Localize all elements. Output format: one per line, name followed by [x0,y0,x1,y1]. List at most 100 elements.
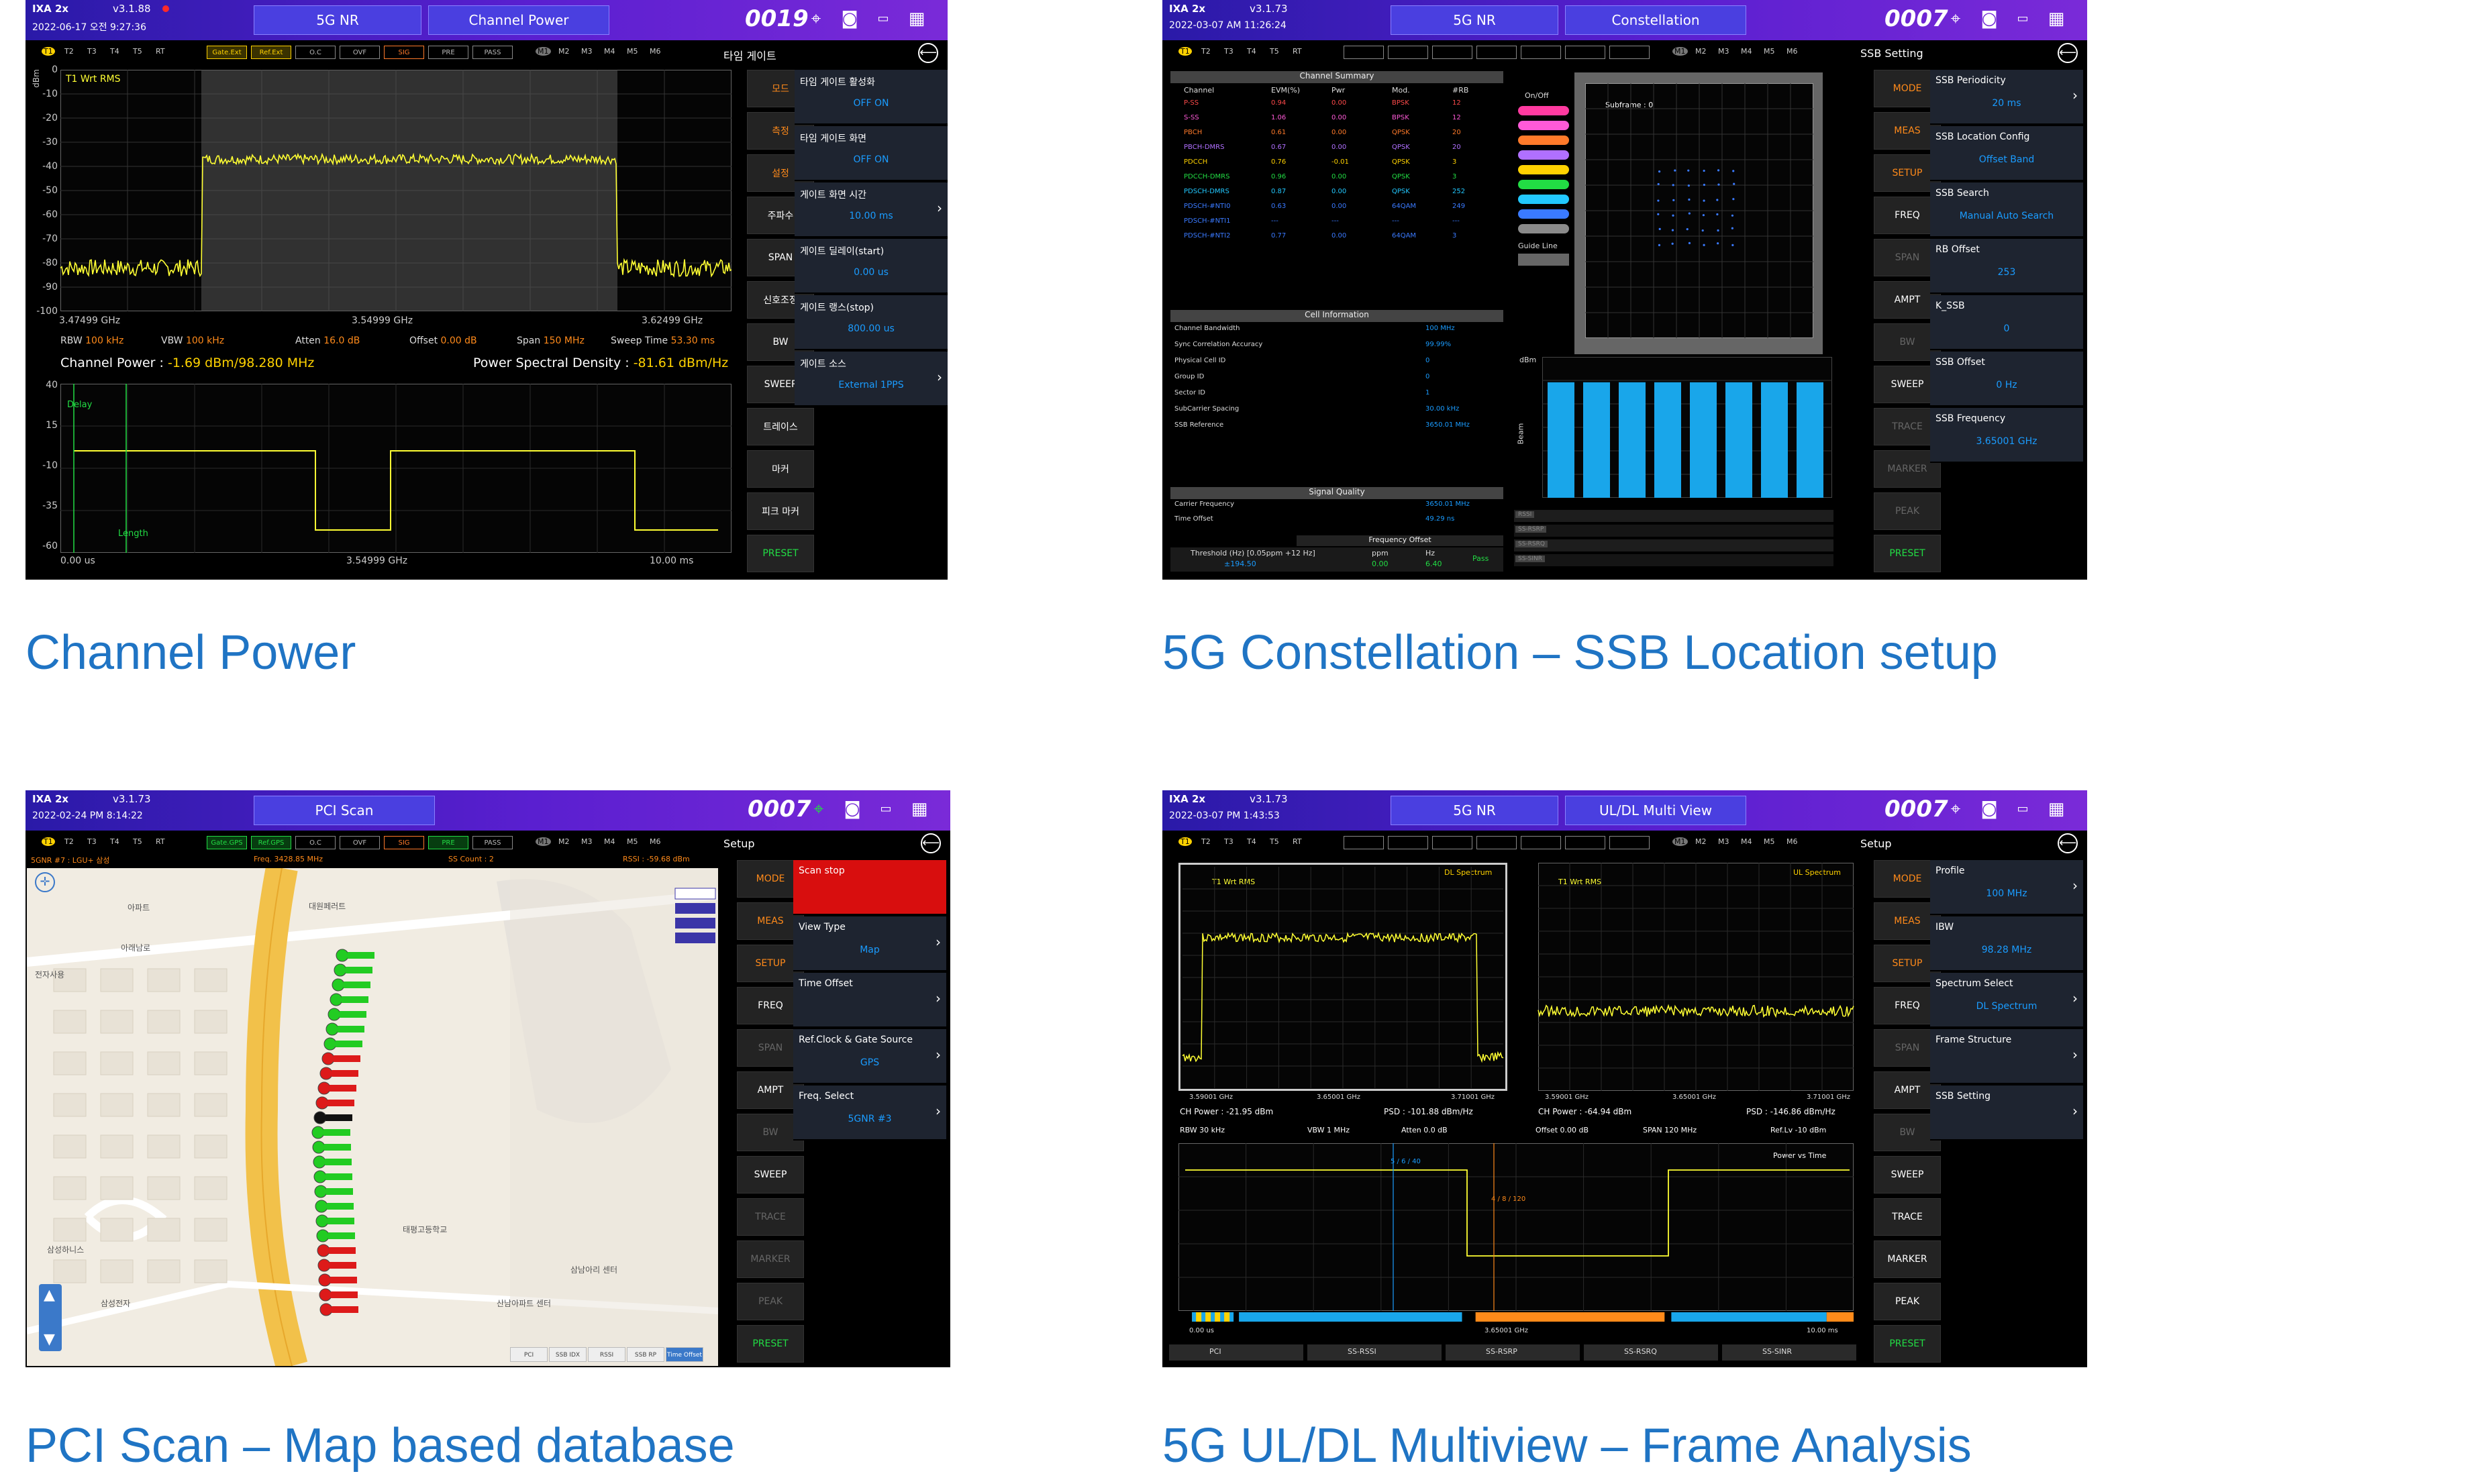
marker-m5[interactable]: M5 [627,837,638,846]
side-button-9[interactable]: MARKER [1874,1240,1941,1278]
marker-m2[interactable]: M2 [558,837,570,846]
setting-item-5[interactable]: 게이트 소스 External 1PPS › [795,352,948,407]
scan-point-marker[interactable] [330,993,343,1006]
side-button-10[interactable]: PEAK [1874,492,1941,530]
back-icon[interactable]: ⟵ [921,833,941,853]
scan-point-marker[interactable] [313,1155,326,1169]
side-button-10[interactable]: PEAK [1874,1283,1941,1320]
side-button-11[interactable]: PRESET [1874,1325,1941,1363]
setting-item-1[interactable]: View Type Map › [793,916,946,971]
scan-point-marker[interactable] [328,1008,341,1021]
trace-rt[interactable]: RT [156,837,165,846]
compass-icon[interactable]: ✛ [35,872,55,892]
setting-item-2[interactable]: Spectrum Select DL Spectrum › [1930,973,2083,1028]
scan-point-marker[interactable] [312,1141,325,1154]
pvt-x-start: 0.00 us [1189,1327,1214,1334]
setting-item-4[interactable]: SSB Setting › [1930,1085,2083,1141]
setting-item-0[interactable]: SSB Periodicity 20 ms › [1930,70,2083,125]
zoom-control[interactable]: ▲ ▼ [39,1284,62,1351]
side-button-10[interactable]: 피크 마커 [747,492,814,530]
scan-point-marker[interactable] [315,1200,328,1213]
tab-measurement[interactable]: PCI Scan [254,796,435,825]
scan-point-marker[interactable] [317,1259,331,1272]
setting-item-1[interactable]: IBW 98.28 MHz [1930,916,2083,971]
setting-label: Freq. Select [799,1091,854,1102]
screen-constellation: IXA 2x v3.1.73 2022-03-07 AM 11:26:24 5G… [1162,0,2087,580]
trace-t3[interactable]: T3 [87,837,97,846]
frame-slot-bar [1475,1312,1665,1322]
scan-point-marker[interactable] [317,1081,331,1095]
setting-item-2[interactable]: 게이트 화면 시간 10.00 ms › [795,182,948,237]
side-button-11[interactable]: PRESET [1874,535,1941,572]
side-button-8[interactable]: TRACE [737,1198,804,1236]
scan-point-marker[interactable] [332,978,345,992]
side-button-10[interactable]: PEAK [737,1283,804,1320]
scan-point-marker[interactable] [315,1096,329,1110]
setting-label: Spectrum Select [1935,978,2013,989]
map-tab[interactable]: SSB IDX [549,1347,587,1362]
trace-t4[interactable]: T4 [110,837,119,846]
setting-item-5[interactable]: SSB Offset 0 Hz [1930,352,2083,407]
setting-item-1[interactable]: SSB Location Config Offset Band [1930,126,2083,181]
map-view[interactable]: 아파트 대원페러트 아래남로 전자사용 태평고등학교 삼성전자 산남아파트 센터 삼성하니스 삼… [27,868,718,1366]
scan-point-marker[interactable] [319,1303,333,1316]
map-tab[interactable]: RSSI [588,1347,625,1362]
zoom-in-icon[interactable]: ▲ [44,1287,55,1304]
setting-item-3[interactable]: Frame Structure › [1930,1029,2083,1084]
map-tab[interactable]: SSB RP [627,1347,664,1362]
scan-point-marker[interactable] [323,1037,337,1051]
setting-item-3[interactable]: 게이트 딜레이(start) 0.00 us [795,239,948,294]
side-button-7[interactable]: SWEEP [737,1156,804,1194]
scan-point-marker[interactable] [319,1288,332,1302]
trace-t1[interactable]: T1 [42,837,55,846]
setting-item-0[interactable]: Scan stop [793,860,946,915]
marker-m1[interactable]: M1 [536,837,551,846]
setting-item-2[interactable]: Time Offset › [793,973,946,1028]
beam-bar [1690,382,1717,498]
scan-point-marker[interactable] [317,1244,330,1257]
map-label: 전자사용 [35,970,65,979]
side-button-9[interactable]: MARKER [737,1240,804,1278]
marker-m4[interactable]: M4 [604,837,615,846]
setting-item-0[interactable]: Profile 100 MHz › [1930,860,2083,915]
zoom-out-icon[interactable]: ▼ [44,1331,55,1348]
side-button-11[interactable]: PRESET [747,535,814,572]
scan-point-marker[interactable] [311,1126,325,1139]
map-tab[interactable]: PCI [510,1347,548,1362]
map-tab[interactable]: Time Offset [666,1347,703,1362]
version: v3.1.73 [113,793,151,805]
marker-m3[interactable]: M3 [581,837,593,846]
trace-t2[interactable]: T2 [64,837,74,846]
setting-item-4[interactable]: 게이트 랭스(stop) 800.00 us [795,295,948,350]
marker-m6[interactable]: M6 [650,837,661,846]
apps-grid-icon[interactable]: ▦ [909,798,930,820]
side-button-8[interactable]: 트레이스 [747,408,814,445]
scan-point-marker[interactable] [313,1170,327,1183]
scan-point-marker[interactable] [318,1273,332,1287]
gps-icon[interactable]: ⌖ [808,798,829,820]
setting-item-4[interactable]: Freq. Select 5GNR #3 › [793,1085,946,1141]
setting-item-4[interactable]: K_SSB 0 [1930,295,2083,350]
scan-point-marker[interactable] [321,1052,335,1065]
setting-item-3[interactable]: RB Offset 253 [1930,239,2083,294]
scan-point-marker[interactable] [315,1214,329,1228]
side-button-7[interactable]: SWEEP [1874,1156,1941,1194]
scan-point-marker[interactable] [319,1067,333,1080]
scan-point-marker[interactable] [334,963,347,977]
scan-point-marker[interactable] [316,1229,330,1242]
setting-item-3[interactable]: Ref.Clock & Gate Source GPS › [793,1029,946,1084]
scan-point-marker[interactable] [336,949,349,962]
trace-t5[interactable]: T5 [133,837,142,846]
camera-icon[interactable]: ◙ [842,798,863,820]
setting-item-0[interactable]: 타임 게이트 활성화 OFF ON [795,70,948,125]
scan-point-marker[interactable] [314,1185,328,1198]
setting-item-1[interactable]: 타임 게이트 화면 OFF ON [795,126,948,181]
scan-ss-count: SS Count : 2 [448,855,494,863]
scan-point-marker[interactable] [313,1111,327,1124]
side-button-9[interactable]: 마커 [747,450,814,488]
setting-item-6[interactable]: SSB Frequency 3.65001 GHz [1930,408,2083,463]
side-button-8[interactable]: TRACE [1874,1198,1941,1236]
scan-point-marker[interactable] [325,1022,339,1036]
setting-item-2[interactable]: SSB Search Manual Auto Search [1930,182,2083,237]
side-button-11[interactable]: PRESET [737,1325,804,1363]
